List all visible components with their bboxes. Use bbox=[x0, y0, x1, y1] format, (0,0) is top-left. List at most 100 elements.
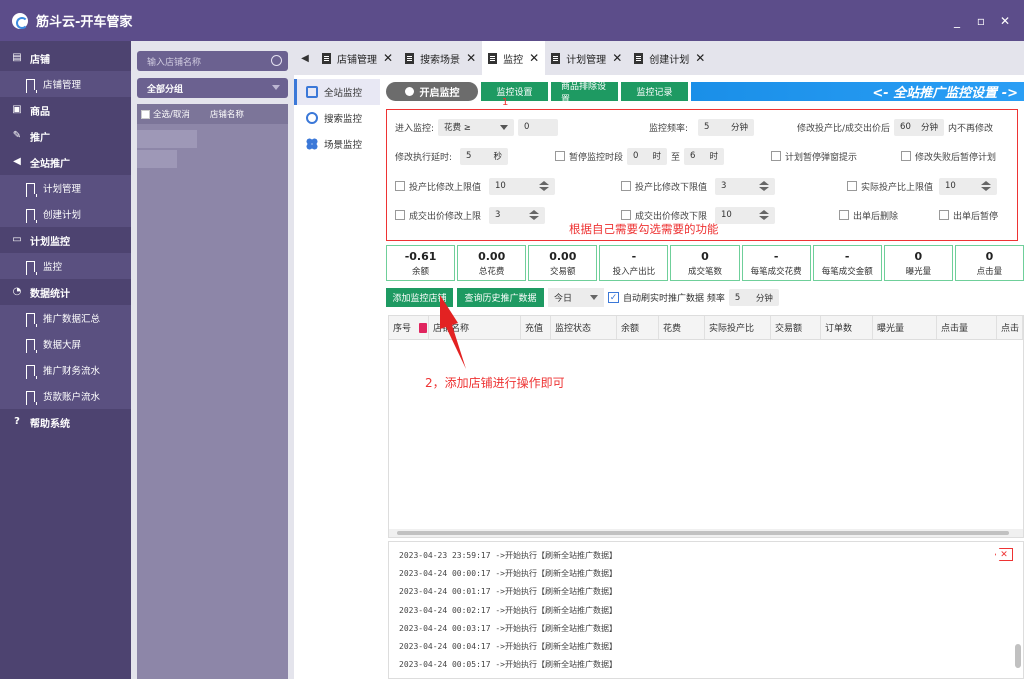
sidebar-item-store-manage[interactable]: 店铺管理 bbox=[0, 71, 131, 97]
sidebar-group-plan-monitor[interactable]: ▭ 计划监控 bbox=[0, 227, 131, 253]
group-select[interactable]: 全部分组 bbox=[137, 78, 288, 98]
vertical-scrollbar[interactable] bbox=[1015, 562, 1021, 674]
monitor-settings-button[interactable]: 监控设置 bbox=[481, 82, 548, 101]
col-actual-roi: 实际投产比 bbox=[705, 316, 771, 339]
sidebar-group-site-promote[interactable]: ◀ 全站推广 bbox=[0, 149, 131, 175]
stepper-arrows-icon[interactable] bbox=[759, 181, 770, 191]
table-header: 序号 店铺名称 充值 监控状态 余额 花费 实际投产比 交易额 订单数 曝光量 … bbox=[389, 316, 1023, 340]
freq-input[interactable]: 5 分钟 bbox=[698, 118, 755, 136]
delay-input[interactable]: 5秒 bbox=[460, 147, 509, 165]
roi-upper-label: 投产比修改上限值 bbox=[409, 182, 482, 193]
stepper-arrows-icon[interactable] bbox=[981, 181, 992, 191]
monitor-log-button[interactable]: 监控记录 bbox=[621, 82, 688, 101]
sidebar-item-plan-manage[interactable]: 计划管理 bbox=[0, 175, 131, 201]
sidebar-item-promo-finance[interactable]: 推广财务流水 bbox=[0, 357, 131, 383]
chevron-down-icon bbox=[500, 124, 509, 130]
monitor-icon: ▭ bbox=[12, 234, 22, 245]
pause-to-input[interactable]: 6时 bbox=[684, 147, 725, 165]
pause-popup-label: 计划暂停弹窗提示 bbox=[785, 152, 858, 163]
roi-lower-checkbox[interactable] bbox=[621, 181, 631, 191]
pause-from-input[interactable]: 0时 bbox=[627, 147, 668, 165]
blurred-shop-row[interactable] bbox=[137, 150, 177, 168]
col-orders: 订单数 bbox=[821, 316, 873, 339]
stepper-arrows-icon[interactable] bbox=[529, 210, 540, 220]
table-actions: 添加监控店铺 查询历史推广数据 今日 ✓ 自动刷实时推广数据 频率 5 分钟 bbox=[386, 288, 1024, 307]
sub-nav-search-monitor[interactable]: 搜索监控 bbox=[294, 105, 380, 131]
settings-row-1: 进入监控: 花费 ≥ 0 监控频率: 5 分钟 修改投产比/成交出价后 60 分钟 … bbox=[387, 117, 1019, 137]
sidebar-group-store[interactable]: ▤ 店铺 bbox=[0, 45, 131, 71]
bid-upper-checkbox[interactable] bbox=[395, 210, 405, 220]
bookmark-icon bbox=[25, 312, 37, 327]
bid-lower-checkbox[interactable] bbox=[621, 210, 631, 220]
stepper-arrows-icon[interactable] bbox=[539, 181, 550, 191]
close-icon[interactable]: ✕ bbox=[695, 51, 705, 65]
blurred-shop-row[interactable] bbox=[137, 130, 197, 148]
sidebar-item-payment-account[interactable]: 货款账户流水 bbox=[0, 383, 131, 409]
tab-monitor[interactable]: 监控 ✕ bbox=[482, 41, 546, 75]
fail-pause-checkbox[interactable] bbox=[901, 151, 911, 161]
sidebar-group-help[interactable]: ? 帮助系统 bbox=[0, 409, 131, 435]
exclude-settings-button[interactable]: 商品排除设置 bbox=[551, 82, 618, 105]
roi-upper-stepper[interactable]: 10 bbox=[489, 177, 556, 195]
close-icon[interactable]: ✕ bbox=[612, 51, 622, 65]
start-monitor-button[interactable]: 开启监控 bbox=[386, 82, 478, 101]
horizontal-scrollbar[interactable] bbox=[389, 529, 1023, 537]
bid-upper-stepper[interactable]: 3 bbox=[489, 206, 546, 224]
minimize-button[interactable]: _ bbox=[950, 14, 964, 28]
close-icon[interactable]: ✕ bbox=[466, 51, 476, 65]
roi-upper-checkbox[interactable] bbox=[395, 181, 405, 191]
sidebar-item-data-screen[interactable]: 数据大屏 bbox=[0, 331, 131, 357]
stat-roi: - 投入产出比 bbox=[599, 245, 669, 281]
title-bar: 筋斗云-开车管家 _ ▫ ✕ bbox=[0, 0, 1024, 41]
close-icon[interactable]: ✕ bbox=[383, 51, 393, 65]
close-window-button[interactable]: ✕ bbox=[998, 14, 1012, 28]
store-icon: ▤ bbox=[12, 52, 22, 63]
sidebar-group-promote[interactable]: ✎ 推广 bbox=[0, 123, 131, 149]
log-line: 2023-04-24 00:02:17 ->开始执行【刷新全站推广数据】 bbox=[399, 605, 617, 615]
sidebar-group-stats[interactable]: ◔ 数据统计 bbox=[0, 279, 131, 305]
delete-after-order-checkbox[interactable] bbox=[839, 210, 849, 220]
sidebar-group-goods[interactable]: ▣ 商品 bbox=[0, 97, 131, 123]
search-icon[interactable] bbox=[271, 55, 282, 66]
pause-after-order-checkbox[interactable] bbox=[939, 210, 949, 220]
actual-roi-upper-checkbox[interactable] bbox=[847, 181, 857, 191]
auto-refresh-checkbox[interactable]: ✓ bbox=[608, 292, 619, 303]
tab-store-manage[interactable]: 店铺管理 ✕ bbox=[316, 41, 399, 75]
stats-bar: -0.61 余额 0.00 总花费 0.00 交易额 - 投入产出比 0 成交笔数 - 每笔… bbox=[386, 245, 1024, 281]
select-all-checkbox[interactable]: 全选/取消 bbox=[141, 108, 190, 120]
tab-plan-manage[interactable]: 计划管理 ✕ bbox=[545, 41, 628, 75]
sidebar-item-promo-summary[interactable]: 推广数据汇总 bbox=[0, 305, 131, 331]
sub-nav-site-monitor[interactable]: 全站监控 bbox=[294, 79, 380, 105]
tab-search-scene[interactable]: 搜索场景 ✕ bbox=[399, 41, 482, 75]
roi-lower-stepper[interactable]: 3 bbox=[715, 177, 776, 195]
trash-icon[interactable] bbox=[419, 322, 428, 333]
sidebar-item-monitor[interactable]: 监控 bbox=[0, 253, 131, 279]
actual-roi-upper-stepper[interactable]: 10 bbox=[939, 177, 998, 195]
bid-lower-label: 成交出价修改下限 bbox=[635, 211, 708, 222]
auto-refresh-interval-input[interactable]: 5 分钟 bbox=[728, 289, 779, 306]
shop-search-input[interactable]: 输入店铺名称 bbox=[137, 51, 288, 71]
monitor-sub-nav: 全站监控 搜索监控 场景监控 bbox=[294, 75, 380, 679]
sidebar-item-create-plan[interactable]: 创建计划 bbox=[0, 201, 131, 227]
monitor-in-value-input[interactable]: 0 bbox=[518, 118, 559, 136]
roi-lock-input[interactable]: 60 分钟 bbox=[894, 118, 945, 136]
roi-lower-label: 投产比修改下限值 bbox=[635, 182, 708, 193]
shop-monitor-table: 序号 店铺名称 充值 监控状态 余额 花费 实际投产比 交易额 订单数 曝光量 … bbox=[388, 315, 1024, 538]
pause-period-checkbox[interactable] bbox=[555, 151, 565, 161]
bid-lower-stepper[interactable]: 10 bbox=[715, 206, 776, 224]
shop-name-column: 店铺名称 bbox=[209, 110, 244, 120]
pause-popup-checkbox[interactable] bbox=[771, 151, 781, 161]
fail-pause-label: 修改失败后暂停计划 bbox=[915, 152, 997, 163]
tab-create-plan[interactable]: 创建计划 ✕ bbox=[628, 41, 711, 75]
sub-nav-scene-monitor[interactable]: 场景监控 bbox=[294, 131, 380, 157]
tab-back-button[interactable]: ◀ bbox=[294, 41, 316, 75]
log-line: 2023-04-24 00:04:17 ->开始执行【刷新全站推广数据】 bbox=[399, 642, 617, 652]
monitor-in-metric-select[interactable]: 花费 ≥ bbox=[438, 118, 515, 136]
megaphone-icon: ◀ bbox=[13, 156, 21, 167]
stepper-arrows-icon[interactable] bbox=[759, 210, 770, 220]
period-select[interactable]: 今日 bbox=[548, 288, 604, 307]
maximize-button[interactable]: ▫ bbox=[974, 14, 988, 28]
close-icon[interactable]: ✕ bbox=[529, 51, 539, 65]
log-line: 2023-04-24 00:03:17 ->开始执行【刷新全站推广数据】 bbox=[399, 623, 617, 633]
bookmark-icon bbox=[25, 182, 37, 197]
